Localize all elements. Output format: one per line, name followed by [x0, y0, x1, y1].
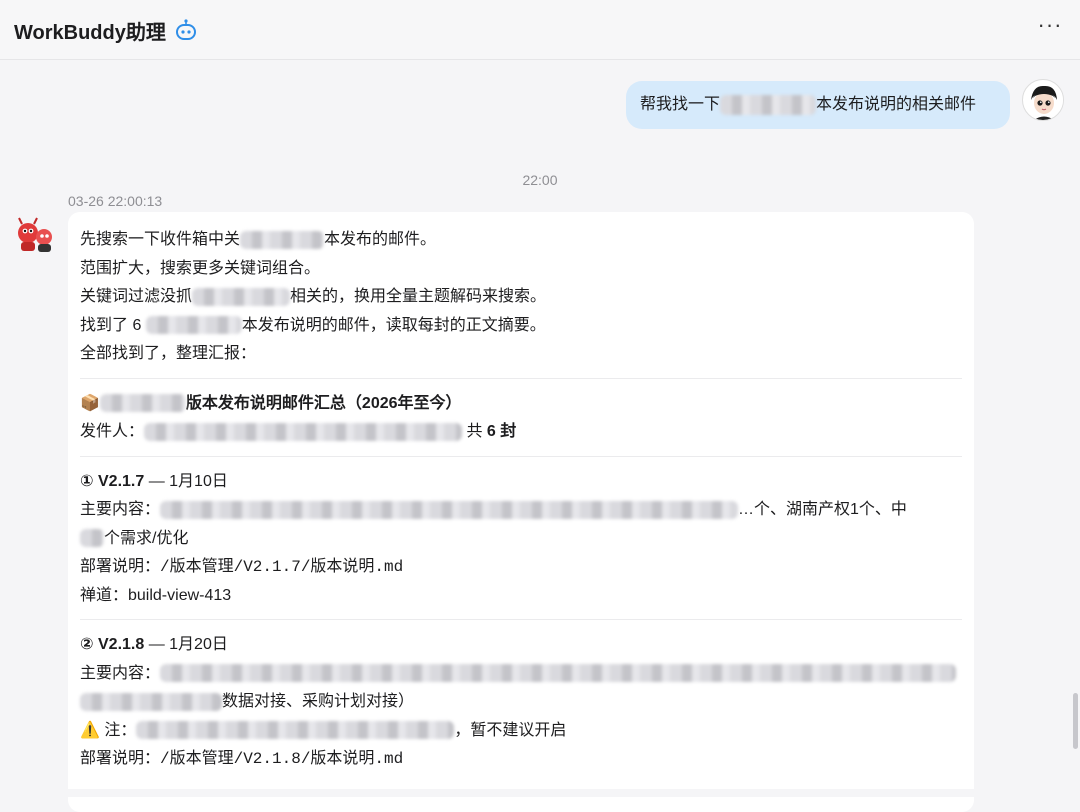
scrollbar[interactable] — [1073, 693, 1078, 749]
redacted-text — [720, 94, 817, 115]
user-message-bubble: 帮我找一下 本发布说明的相关邮件 — [626, 81, 1010, 129]
divider — [80, 455, 962, 457]
user-message-text-start: 帮我找一下 — [640, 96, 721, 113]
step-line: 关键词过滤没抓 相关的，换用全量主题解码来搜索。 — [80, 287, 547, 306]
time-divider: 22:00 — [522, 172, 558, 188]
divider — [80, 619, 962, 620]
assistant-avatar — [18, 217, 52, 252]
step-line: 全部找到了，整理汇报： — [80, 345, 257, 362]
release-content-cont: 数据对接、采购计划对接） — [80, 688, 962, 717]
release-deploy-path: 部署说明：/版本管理/V2.1.7/版本说明.md — [80, 558, 404, 576]
release-content-cont: 个需求/优化 — [80, 525, 962, 554]
divider — [80, 377, 962, 379]
robot-icon — [176, 19, 196, 40]
package-icon: 📦 — [80, 394, 100, 412]
release-heading: ② V2.1.8 — 1月20日 — [80, 636, 228, 653]
user-avatar[interactable] — [1022, 79, 1064, 121]
message-timestamp: 03-26 22:00:13 — [68, 193, 163, 209]
step-line: 范围扩大，搜索更多关键词组合。 — [80, 259, 321, 277]
release-heading: ① V2.1.7 — 1月10日 — [80, 472, 228, 490]
user-message-text-end: 本发布说明的相关邮件 — [816, 96, 977, 113]
assistant-message-card: 先搜索一下收件箱中关 本发布的邮件。 范围扩大，搜索更多关键词组合。 关键词过滤没… — [68, 212, 974, 812]
chat-area: 帮我找一下 本发布说明的相关邮件 22:00 03-26 22:00:13 先搜索… — [0, 61, 1080, 812]
release-build-lane: 禅道：build-view-413 — [80, 586, 232, 604]
sender-line: 发件人： 共 6 封 — [80, 422, 517, 441]
bottom-edge — [0, 789, 1080, 797]
step-line: 找到了 6 本发布说明的邮件，读取每封的正文摘要。 — [80, 316, 546, 335]
summary-title: 📦 版本发布说明邮件汇总（2026年至今） — [80, 394, 462, 413]
user-avatar-icon — [1024, 81, 1063, 120]
app-title: WorkBuddy助理 — [14, 22, 166, 44]
step-line: 先搜索一下收件箱中关 本发布的邮件。 — [80, 230, 437, 249]
release-content: 主要内容： — [80, 660, 962, 689]
release-warning: ⚠️ 注： ，暂不建议开启 — [80, 721, 567, 740]
warning-icon: ⚠️ — [80, 721, 100, 739]
top-bar: WorkBuddy助理 ··· — [0, 0, 1080, 60]
more-options-button[interactable]: ··· — [1036, 14, 1064, 42]
release-deploy-path: 部署说明：/版本管理/V2.1.8/版本说明.md — [80, 750, 404, 768]
release-content: 主要内容： …个、湖南产权1个、中 — [80, 500, 907, 519]
